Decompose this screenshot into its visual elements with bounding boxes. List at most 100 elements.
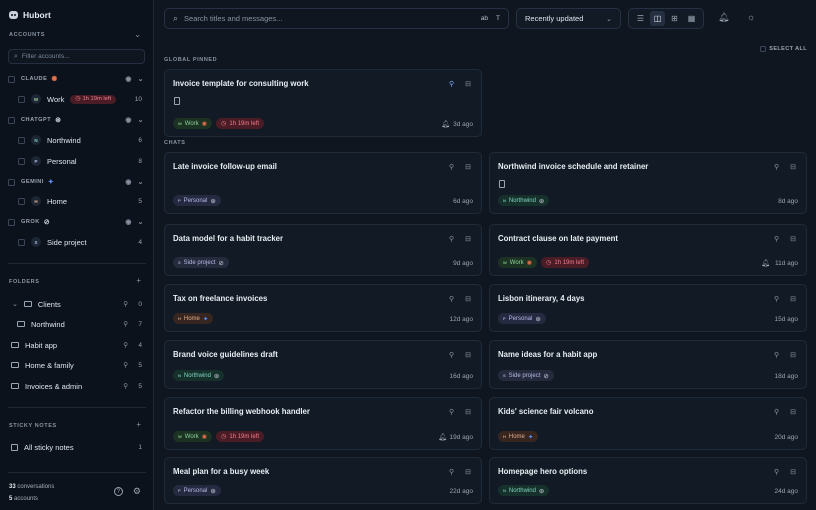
pin-icon[interactable]: ⚲ <box>774 351 779 359</box>
pin-icon[interactable]: ⚲ <box>774 163 779 171</box>
bell-icon[interactable]: 🔔︎ <box>718 12 729 23</box>
chat-card[interactable]: Kids' science fair volcano ⚲ ⊟ H Home ✦ 20d ag… <box>489 397 807 450</box>
archive-icon[interactable]: ⊟ <box>465 408 471 416</box>
account-chip[interactable]: N Northwind ⊛ <box>498 485 550 496</box>
archive-icon[interactable]: ⊟ <box>790 468 796 476</box>
archive-icon[interactable]: ⊟ <box>465 235 471 243</box>
account-chip[interactable]: P Personal ⊛ <box>173 195 221 206</box>
account-chip[interactable]: H Home ✦ <box>498 431 539 442</box>
gear-icon[interactable]: ⚙ <box>133 487 141 496</box>
chat-card[interactable]: Brand voice guidelines draft ⚲ ⊟ N Northwind… <box>164 340 482 389</box>
provider-claude[interactable]: CLAUDE ✺ ◉ ⌄ <box>8 73 146 85</box>
account-chip[interactable]: S Side project ⊘ <box>498 370 554 381</box>
provider-checkbox[interactable] <box>8 75 15 83</box>
select-all[interactable]: SELECT ALL <box>760 46 807 52</box>
eye-icon[interactable]: ◉ <box>125 178 132 186</box>
sun-icon[interactable]: ☼ <box>747 12 755 22</box>
bell-icon[interactable]: 🔔︎ <box>761 259 770 267</box>
folder-invoices-admin[interactable]: Invoices & admin ⚲ 5 <box>8 378 146 394</box>
provider-checkbox[interactable] <box>8 218 15 226</box>
archive-icon[interactable]: ⊟ <box>790 351 796 359</box>
chat-card[interactable]: Data model for a habit tracker ⚲ ⊟ S Side pr… <box>164 224 482 276</box>
folder-habit-app[interactable]: Habit app ⚲ 4 <box>8 337 146 353</box>
account-chip[interactable]: S Side project ⊘ <box>173 257 229 268</box>
account-chip[interactable]: N Northwind ⊛ <box>173 370 225 381</box>
chat-card[interactable]: Invoice template for consulting work ⚲ ⊟… <box>164 69 482 137</box>
archive-icon[interactable]: ⊟ <box>790 163 796 171</box>
pin-icon[interactable]: ⚲ <box>449 408 454 416</box>
pin-icon[interactable]: ⚲ <box>449 163 454 171</box>
chat-card[interactable]: Homepage hero options ⚲ ⊟ N Northwind ⊛ 24d ag… <box>489 457 807 504</box>
add-sticky-note-icon[interactable]: + <box>136 420 141 429</box>
account-checkbox[interactable] <box>18 238 25 246</box>
folder-northwind[interactable]: Northwind ⚲ 7 <box>8 316 146 332</box>
account-checkbox[interactable] <box>18 157 25 165</box>
list-view-icon[interactable]: ☰ <box>633 11 648 26</box>
chevron-down-icon[interactable]: ⌄ <box>134 30 141 39</box>
eye-icon[interactable]: ◉ <box>125 218 132 226</box>
account-side-project[interactable]: S Side project 4 <box>8 234 146 250</box>
sort-select[interactable]: Recently updated ⌄ <box>516 8 621 29</box>
chat-card[interactable]: Contract clause on late payment ⚲ ⊟ W Work ✺ ◷… <box>489 224 807 276</box>
pin-icon[interactable]: ⚲ <box>449 295 454 303</box>
grid-view-icon[interactable]: ⊞ <box>667 11 682 26</box>
chat-card[interactable]: Lisbon itinerary, 4 days ⚲ ⊟ P Personal ⊛ 15d … <box>489 284 807 332</box>
chat-card[interactable]: Tax on freelance invoices ⚲ ⊟ H Home ✦ 12d ago <box>164 284 482 332</box>
pin-icon[interactable]: ⚲ <box>123 382 128 390</box>
archive-icon[interactable]: ⊟ <box>790 408 796 416</box>
pin-icon[interactable]: ⚲ <box>774 235 779 243</box>
pin-icon[interactable]: ⚲ <box>449 468 454 476</box>
account-checkbox[interactable] <box>18 95 25 103</box>
provider-chatgpt[interactable]: CHATGPT ⊛ ◉ ⌄ <box>8 114 146 126</box>
filter-accounts-field[interactable]: ⌕ <box>8 49 145 64</box>
help-icon[interactable]: ? <box>113 487 123 496</box>
archive-icon[interactable]: ⊟ <box>790 235 796 243</box>
account-chip[interactable]: W Work ✺ <box>498 257 538 268</box>
pin-icon[interactable]: ⚲ <box>123 361 128 369</box>
account-chip[interactable]: W Work ✺ <box>173 431 213 442</box>
account-chip[interactable]: N Northwind ⊛ <box>498 195 550 206</box>
match-case-toggle[interactable]: ab <box>481 15 488 22</box>
chevron-down-icon[interactable]: ⌄ <box>138 75 144 83</box>
pin-icon[interactable]: ⚲ <box>449 80 454 88</box>
chat-card[interactable]: Late invoice follow-up email ⚲ ⊟ P Personal ⊛… <box>164 152 482 214</box>
chat-card[interactable]: Refactor the billing webhook handler ⚲ ⊟ W W… <box>164 397 482 450</box>
search-input[interactable] <box>184 14 465 23</box>
bell-icon[interactable]: 🔔︎ <box>438 433 447 441</box>
archive-icon[interactable]: ⊟ <box>465 80 471 88</box>
dense-grid-icon[interactable]: ▦ <box>684 11 699 26</box>
folder-home-family[interactable]: Home & family ⚲ 5 <box>8 357 146 373</box>
archive-icon[interactable]: ⊟ <box>465 295 471 303</box>
provider-checkbox[interactable] <box>8 178 15 186</box>
provider-checkbox[interactable] <box>8 116 15 124</box>
all-sticky-notes[interactable]: All sticky notes 1 <box>8 439 146 455</box>
account-personal[interactable]: P Personal 8 <box>8 153 146 169</box>
chevron-down-icon[interactable]: ⌄ <box>138 178 144 186</box>
account-checkbox[interactable] <box>18 197 25 205</box>
pin-icon[interactable]: ⚲ <box>123 320 128 328</box>
filter-accounts-input[interactable] <box>21 53 132 60</box>
chevron-down-icon[interactable]: ⌄ <box>138 218 144 226</box>
pin-icon[interactable]: ⚲ <box>774 295 779 303</box>
brand[interactable]: Hubort <box>9 10 51 20</box>
account-checkbox[interactable] <box>18 136 25 144</box>
pin-icon[interactable]: ⚲ <box>123 300 128 308</box>
archive-icon[interactable]: ⊟ <box>465 163 471 171</box>
titles-only-toggle[interactable]: T <box>496 15 500 22</box>
chevron-down-icon[interactable]: ⌄ <box>138 116 144 124</box>
account-chip[interactable]: W Work ✺ <box>173 118 213 129</box>
archive-icon[interactable]: ⊟ <box>465 351 471 359</box>
provider-grok[interactable]: GROK ⊘ ◉ ⌄ <box>8 216 146 228</box>
pin-icon[interactable]: ⚲ <box>774 408 779 416</box>
folder-clients[interactable]: ⌄ Clients ⚲ 0 <box>8 296 146 312</box>
account-chip[interactable]: H Home ✦ <box>173 313 214 324</box>
chat-card[interactable]: Meal plan for a busy week ⚲ ⊟ P Personal ⊛ 22d… <box>164 457 482 504</box>
bell-icon[interactable]: 🔔︎ <box>441 120 450 128</box>
eye-icon[interactable]: ◉ <box>125 75 132 83</box>
pin-icon[interactable]: ⚲ <box>123 341 128 349</box>
account-northwind[interactable]: N Northwind 6 <box>8 132 146 148</box>
select-all-checkbox[interactable] <box>760 46 767 52</box>
pin-icon[interactable]: ⚲ <box>774 468 779 476</box>
add-folder-icon[interactable]: + <box>136 276 141 285</box>
account-chip[interactable]: P Personal ⊛ <box>498 313 546 324</box>
